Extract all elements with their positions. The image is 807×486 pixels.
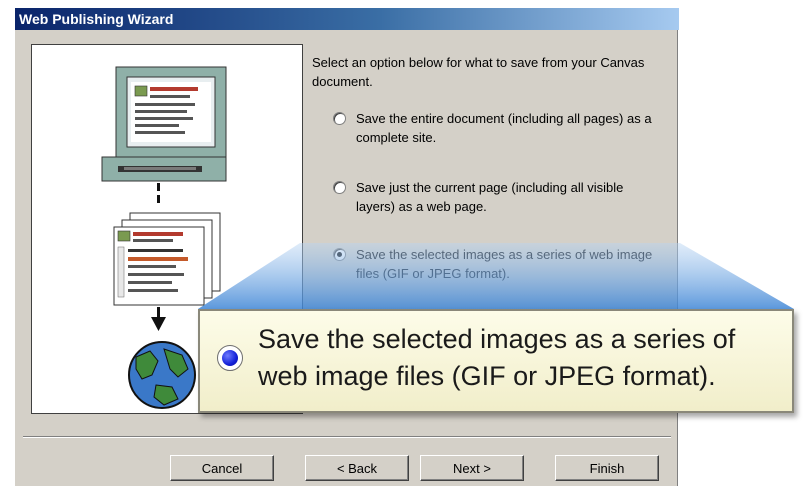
finish-button[interactable]: Finish (555, 455, 659, 481)
callout-label: Save the selected images as a series of … (258, 324, 736, 391)
next-button[interactable]: Next > (420, 455, 524, 481)
arrow-down-icon (151, 307, 166, 331)
connector-line (157, 195, 160, 203)
connector-line (157, 183, 160, 191)
zoom-callout: Save the selected images as a series of … (198, 309, 794, 413)
title-bar[interactable]: Web Publishing Wizard (15, 8, 679, 30)
instruction-text: Select an option below for what to save … (312, 55, 645, 89)
window-title: Web Publishing Wizard (19, 11, 174, 27)
wizard-dialog: Web Publishing Wizard Select an option b… (14, 8, 679, 486)
web-pages-icon (113, 212, 221, 306)
globe-icon (128, 341, 196, 409)
option-label: Save just the current page (including al… (356, 180, 624, 214)
option-label: Save the entire document (including all … (356, 111, 652, 145)
cancel-button[interactable]: Cancel (170, 455, 274, 481)
button-separator-highlight (23, 437, 671, 438)
monitor-icon (101, 66, 227, 182)
radio-button-unchecked[interactable] (333, 112, 346, 125)
callout-radio-button-checked (217, 345, 243, 371)
radio-button-unchecked[interactable] (333, 181, 346, 194)
back-button[interactable]: < Back (305, 455, 409, 481)
radio-button-checked[interactable] (333, 248, 346, 261)
option-label: Save the selected images as a series of … (356, 247, 653, 281)
